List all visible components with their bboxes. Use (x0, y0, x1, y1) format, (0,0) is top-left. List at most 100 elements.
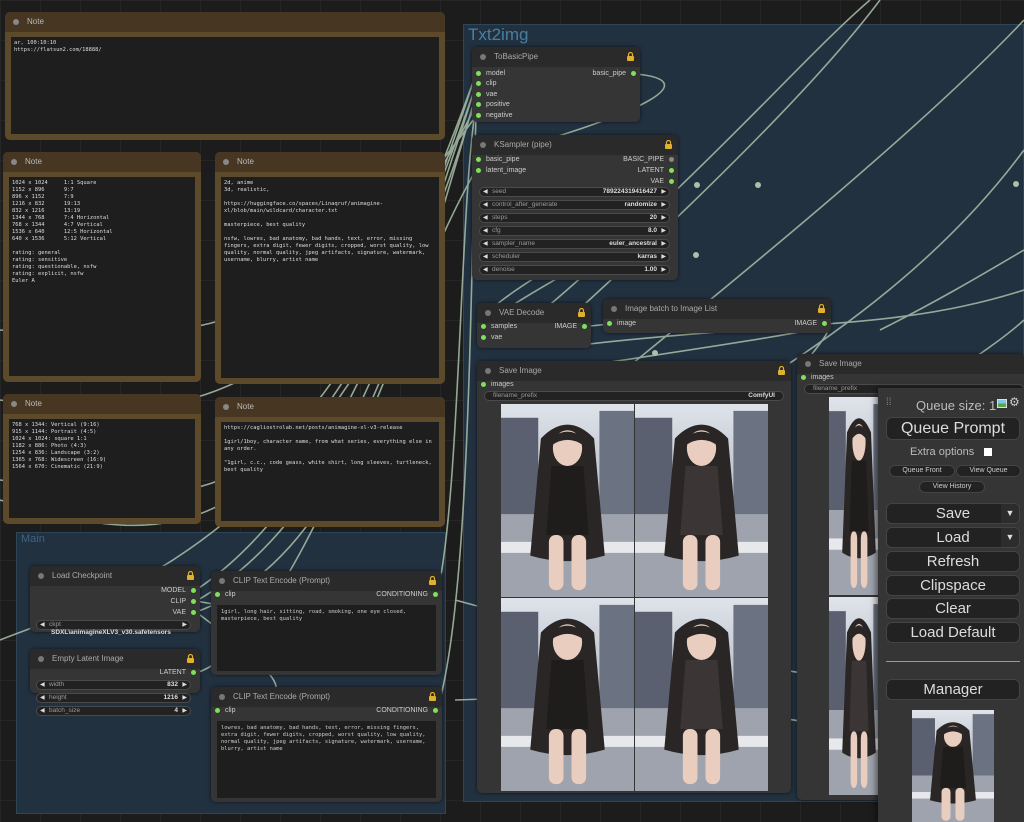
drag-handle-icon[interactable]: ⁞⁞ (886, 398, 892, 408)
node-header[interactable]: Note (215, 397, 445, 417)
ksampler-pipe-node[interactable]: KSampler (pipe) basic_pipe latent_image … (472, 135, 678, 280)
input-slot-images[interactable]: images (481, 380, 514, 390)
input-slot-clip[interactable]: clip (215, 706, 236, 716)
lock-icon[interactable] (627, 52, 634, 61)
graph-canvas[interactable]: Txt2img Main Note ar, 100:10:10 https://… (0, 0, 1024, 822)
load-dropdown-icon[interactable]: ▼ (1001, 528, 1019, 547)
node-header[interactable]: KSampler (pipe) (472, 135, 678, 155)
refresh-button[interactable]: Refresh (886, 551, 1020, 572)
collapse-dot-icon[interactable] (219, 578, 225, 584)
collapse-dot-icon[interactable] (480, 142, 486, 148)
note-textarea[interactable]: 768 x 1344: Vertical (9:16) 915 x 1144: … (9, 419, 195, 518)
seed-widget[interactable]: seed 789224319416427 (479, 187, 670, 197)
output-slot-model[interactable]: MODEL (161, 586, 196, 596)
queue-prompt-button[interactable]: Queue Prompt (886, 417, 1020, 440)
node-header[interactable]: Empty Latent Image (30, 649, 200, 669)
node-header[interactable]: CLIP Text Encode (Prompt) (211, 571, 442, 591)
output-slot-vae[interactable]: VAE (173, 608, 197, 618)
input-slot-latent-image[interactable]: latent_image (476, 166, 526, 176)
lock-icon[interactable] (665, 140, 672, 149)
output-slot-conditioning[interactable]: CONDITIONING (376, 706, 438, 716)
note-textarea[interactable]: https://cagliostrolab.net/posts/animagin… (221, 422, 439, 521)
sampler-name-widget[interactable]: sampler_name euler_ancestral (479, 239, 670, 249)
denoise-widget[interactable]: denoise 1.00 (479, 265, 670, 275)
output-slot-vae[interactable]: VAE (651, 177, 675, 187)
negative-prompt-textarea[interactable]: lowres, bad anatomy, bad hands, text, er… (217, 721, 436, 798)
output-slot-conditioning[interactable]: CONDITIONING (376, 590, 438, 600)
clip-text-encode-positive-node[interactable]: CLIP Text Encode (Prompt) clip CONDITION… (211, 571, 442, 675)
output-slot-latent[interactable]: LATENT (160, 668, 197, 678)
collapse-dot-icon[interactable] (480, 54, 486, 60)
node-header[interactable]: ToBasicPipe (472, 47, 640, 67)
node-header[interactable]: Note (3, 394, 201, 414)
clipspace-button[interactable]: Clipspace (886, 575, 1020, 596)
view-queue-button[interactable]: View Queue (956, 465, 1021, 477)
input-slot-model[interactable]: model (476, 69, 505, 79)
settings-gear-icon[interactable]: ⚙ (1009, 395, 1020, 409)
generated-image-thumbnail[interactable] (635, 404, 768, 597)
input-slot-negative[interactable]: negative (476, 111, 512, 121)
clip-text-encode-negative-node[interactable]: CLIP Text Encode (Prompt) clip CONDITION… (211, 687, 442, 802)
filename-prefix-widget[interactable]: filename_prefix ComfyUI (484, 391, 784, 401)
node-header[interactable]: Note (215, 152, 445, 172)
image-gallery-icon[interactable] (997, 399, 1007, 408)
note-node[interactable]: Note 2d, anime 3d, realistic, https://hu… (215, 152, 445, 384)
view-history-button[interactable]: View History (919, 481, 985, 493)
collapse-dot-icon[interactable] (11, 159, 17, 165)
image-preview-grid[interactable] (501, 404, 769, 792)
note-node[interactable]: Note ar, 100:10:10 https://flatsun2.com/… (5, 12, 445, 140)
collapse-dot-icon[interactable] (485, 310, 491, 316)
queue-front-button[interactable]: Queue Front (889, 465, 955, 477)
empty-latent-image-node[interactable]: Empty Latent Image LATENT width 832 heigh… (30, 649, 200, 716)
lock-icon[interactable] (187, 654, 194, 663)
node-header[interactable]: VAE Decode (477, 303, 591, 323)
lock-icon[interactable] (187, 571, 194, 580)
collapse-dot-icon[interactable] (38, 573, 44, 579)
save-image-node[interactable]: Save Image images filename_prefix ComfyUI (477, 361, 791, 793)
note-node[interactable]: Note 1024 x 1024 1:1 Square 1152 x 896 9… (3, 152, 201, 382)
node-header[interactable]: Save Image (477, 361, 791, 381)
image-batch-to-list-node[interactable]: Image batch to Image List image IMAGE (603, 299, 831, 333)
note-textarea[interactable]: 1024 x 1024 1:1 Square 1152 x 896 9:7 89… (9, 177, 195, 376)
vae-decode-node[interactable]: VAE Decode samples vae IMAGE (477, 303, 591, 348)
width-widget[interactable]: width 832 (36, 680, 191, 690)
height-widget[interactable]: height 1216 (36, 693, 191, 703)
output-slot-image-list[interactable]: IMAGE (794, 319, 827, 329)
scheduler-widget[interactable]: scheduler karras (479, 252, 670, 262)
cfg-widget[interactable]: cfg 8.0 (479, 226, 670, 236)
node-header[interactable]: Save Image (797, 354, 1024, 374)
save-button[interactable]: Save ▼ (886, 503, 1020, 524)
generated-image-thumbnail[interactable] (635, 598, 768, 791)
output-slot-basic-pipe[interactable]: basic_pipe (593, 69, 637, 79)
positive-prompt-textarea[interactable]: 1girl, long hair, sitting, road, smoking… (217, 605, 436, 671)
output-slot-clip[interactable]: CLIP (170, 597, 196, 607)
node-header[interactable]: Note (3, 152, 201, 172)
input-slot-vae[interactable]: vae (481, 333, 502, 343)
collapse-dot-icon[interactable] (13, 19, 19, 25)
control-after-generate-widget[interactable]: control_after_generate randomize (479, 200, 670, 210)
batch-size-widget[interactable]: batch_size 4 (36, 706, 191, 716)
note-textarea[interactable]: 2d, anime 3d, realistic, https://hugging… (221, 177, 439, 378)
input-slot-positive[interactable]: positive (476, 100, 510, 110)
collapse-dot-icon[interactable] (38, 656, 44, 662)
note-textarea[interactable]: ar, 100:10:10 https://flatsun2.com/18888… (11, 37, 439, 134)
input-slot-samples[interactable]: samples (481, 322, 517, 332)
note-node[interactable]: Note 768 x 1344: Vertical (9:16) 915 x 1… (3, 394, 201, 524)
lock-icon[interactable] (778, 366, 785, 375)
to-basic-pipe-node[interactable]: ToBasicPipe model clip vae positive nega… (472, 47, 640, 122)
collapse-dot-icon[interactable] (611, 306, 617, 312)
lock-icon[interactable] (578, 308, 585, 317)
latest-image-preview[interactable] (912, 710, 994, 822)
node-header[interactable]: Image batch to Image List (603, 299, 831, 319)
load-checkpoint-node[interactable]: Load Checkpoint MODEL CLIP VAE ckptSDXL\… (30, 566, 200, 636)
collapse-dot-icon[interactable] (11, 401, 17, 407)
load-button[interactable]: Load ▼ (886, 527, 1020, 548)
input-slot-clip[interactable]: clip (476, 79, 497, 89)
input-slot-image[interactable]: image (607, 319, 636, 329)
output-slot-basic-pipe[interactable]: BASIC_PIPE (623, 155, 674, 165)
generated-image-thumbnail[interactable] (501, 598, 634, 791)
generated-image-thumbnail[interactable] (501, 404, 634, 597)
node-header[interactable]: Load Checkpoint (30, 566, 200, 586)
input-slot-clip[interactable]: clip (215, 590, 236, 600)
node-header[interactable]: Note (5, 12, 445, 32)
